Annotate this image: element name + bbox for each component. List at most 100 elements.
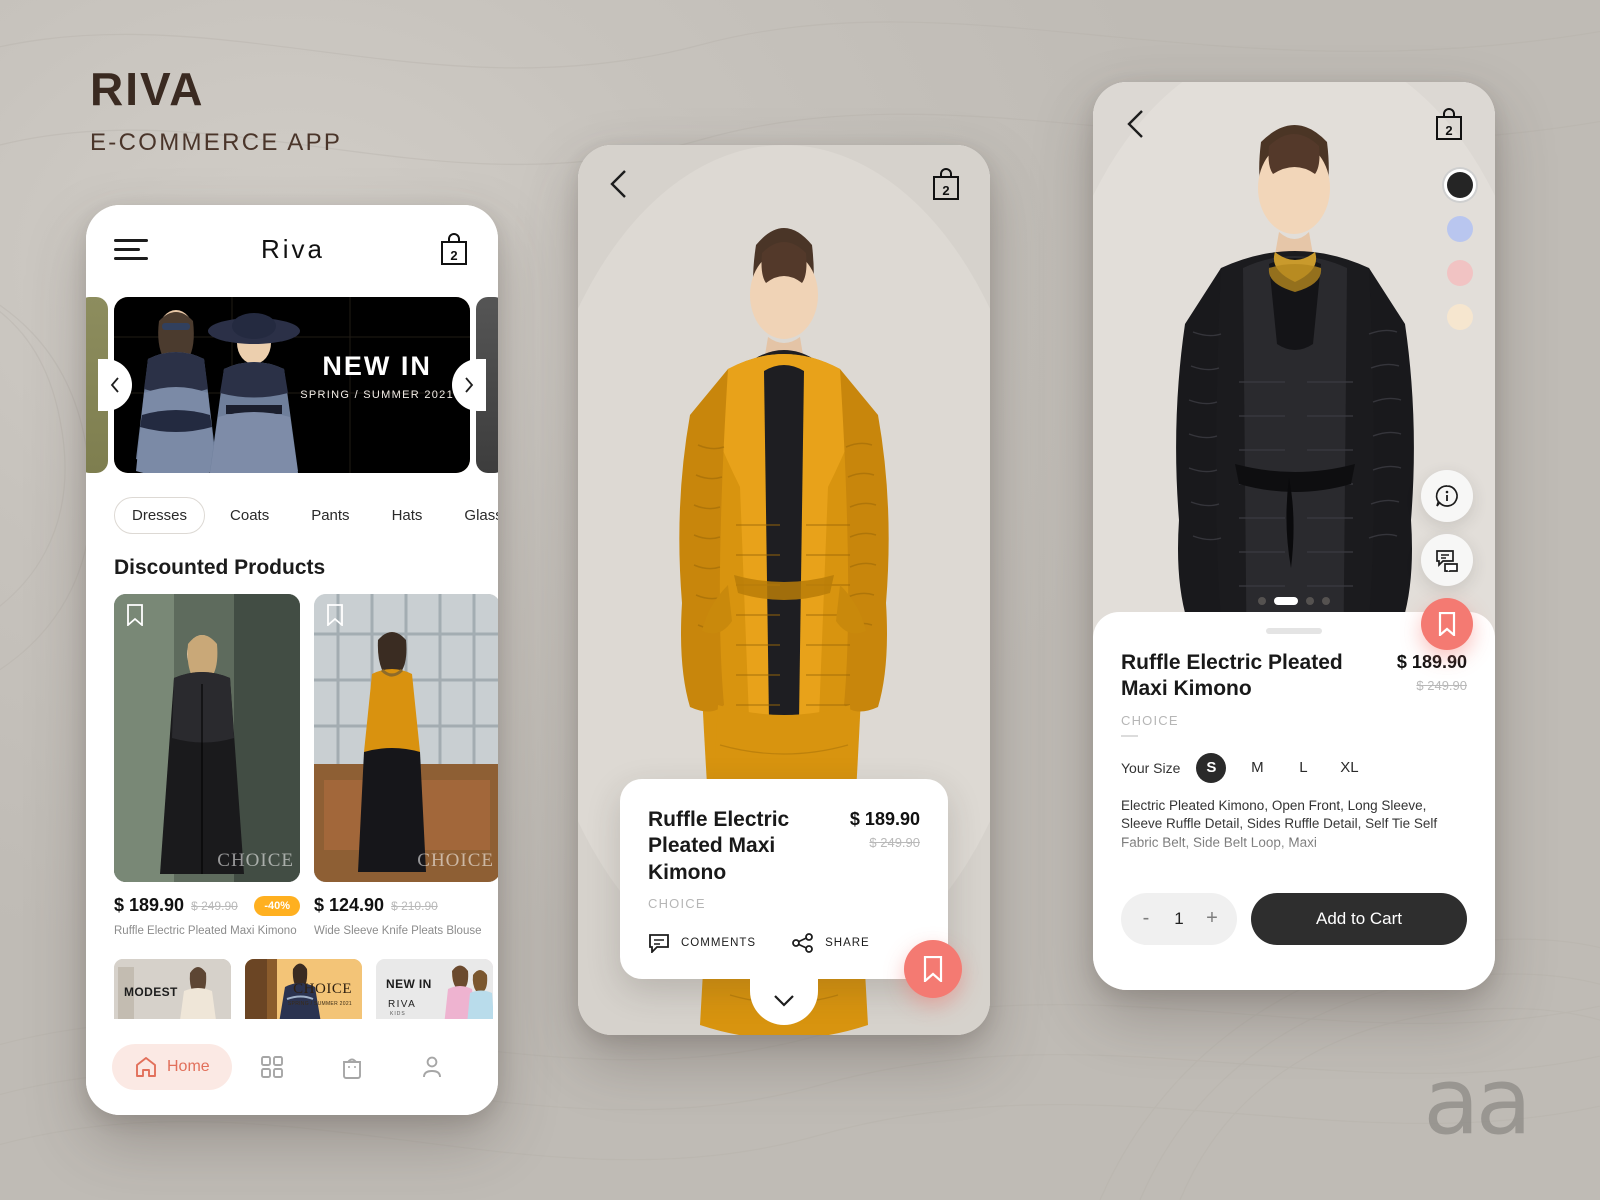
quantity-decrease-button[interactable]: - xyxy=(1139,907,1153,930)
home-header: Riva 2 xyxy=(86,205,498,293)
section-title-discounted: Discounted Products xyxy=(114,556,326,579)
page-title: RIVA xyxy=(90,63,205,115)
cart-button[interactable]: 2 xyxy=(438,232,470,266)
category-tab-glasses[interactable]: Glasses xyxy=(447,498,498,533)
hamburger-menu-icon[interactable] xyxy=(114,238,148,260)
product-old-price: $ 249.90 xyxy=(191,898,238,913)
bottom-navigation: Home xyxy=(86,1019,498,1115)
color-swatch-pink[interactable] xyxy=(1447,260,1473,286)
nav-item-bag[interactable] xyxy=(312,1054,392,1080)
bookmark-fab-button[interactable] xyxy=(904,940,962,998)
product-title: Ruffle Electric Pleated Maxi Kimono xyxy=(648,807,790,884)
category-tab-pants[interactable]: Pants xyxy=(294,498,366,533)
quantity-stepper[interactable]: - 1 + xyxy=(1121,892,1237,945)
size-option-m[interactable]: M xyxy=(1242,753,1272,783)
add-to-cart-button[interactable]: Add to Cart xyxy=(1251,892,1467,945)
product-image[interactable]: CHOICE xyxy=(314,594,498,882)
sheet-drag-handle[interactable] xyxy=(1266,628,1322,634)
product-grid: CHOICE $ 189.90 $ 249.90 -40% Ruffle Ele… xyxy=(86,580,498,937)
detail-topbar: 2 xyxy=(1093,82,1495,166)
pagination-dot[interactable] xyxy=(1306,597,1314,605)
product-description: Electric Pleated Kimono, Open Front, Lon… xyxy=(1121,797,1438,850)
promo-banner-label: NEW IN xyxy=(386,977,432,991)
brand-divider xyxy=(1121,734,1138,737)
quantity-increase-button[interactable]: + xyxy=(1205,907,1219,930)
product-price-block: $ 189.90 $ 249.90 xyxy=(1397,650,1467,693)
product-info-button[interactable] xyxy=(1421,470,1473,522)
bookmark-fab-button[interactable] xyxy=(1421,598,1473,650)
product-detail-sheet: Ruffle Electric Pleated Maxi Kimono $ 18… xyxy=(1093,612,1495,990)
phone-screen-product-photo: 2 Ruffle Electric Pleated Maxi Kimono $ … xyxy=(578,145,990,1035)
size-option-s[interactable]: S xyxy=(1196,752,1227,783)
chevron-left-icon xyxy=(610,170,626,198)
comments-button[interactable]: COMMENTS xyxy=(648,933,756,953)
chevron-left-icon xyxy=(110,377,119,393)
category-tab-coats[interactable]: Coats xyxy=(213,498,286,533)
color-swatch-periwinkle[interactable] xyxy=(1447,216,1473,242)
product-old-price: $ 210.90 xyxy=(391,898,438,913)
product-old-price: $ 249.90 xyxy=(869,834,920,850)
category-tab-dresses[interactable]: Dresses xyxy=(114,497,206,534)
cart-button[interactable]: 2 xyxy=(1433,107,1465,141)
size-option-xl[interactable]: XL xyxy=(1334,753,1364,783)
share-label: SHARE xyxy=(825,937,870,949)
bag-icon xyxy=(342,1058,361,1079)
promo-banner-label: MODEST xyxy=(124,985,178,999)
hero-carousel[interactable]: NEW IN SPRING / SUMMER 2021 xyxy=(86,297,498,473)
phone-screen-product-detail: 2 Ruffle Electric Pleated Maxi Kimono $ … xyxy=(1093,82,1495,990)
page-subtitle: E-COMMERCE APP xyxy=(90,129,343,156)
product-old-price: $ 249.90 xyxy=(1416,678,1467,693)
detail-action-rail xyxy=(1421,470,1473,650)
color-swatch-cream[interactable] xyxy=(1447,304,1473,330)
product-card[interactable]: CHOICE $ 124.90 $ 210.90 Wide Sleeve Kni… xyxy=(314,594,498,937)
bookmark-icon[interactable] xyxy=(126,604,144,627)
chevron-right-icon xyxy=(465,377,474,393)
quantity-value: 1 xyxy=(1174,908,1184,928)
promo-banner-brand: RIVA xyxy=(388,999,417,1010)
size-selector-label: Your Size xyxy=(1121,759,1181,776)
cart-button[interactable]: 2 xyxy=(930,167,962,201)
hero-slide-current[interactable]: NEW IN SPRING / SUMMER 2021 xyxy=(114,297,470,473)
color-swatch-list[interactable] xyxy=(1447,172,1473,330)
cart-count-badge: 2 xyxy=(942,183,950,198)
product-price: $ 189.90 xyxy=(114,895,185,915)
product-actions: COMMENTS SHARE xyxy=(648,933,920,953)
nav-item-categories[interactable] xyxy=(232,1054,312,1080)
phone-screen-home: Riva 2 NEW IN SPRING / SUMMER 2021 Dress… xyxy=(86,205,498,1115)
category-tabs[interactable]: Dresses Coats Pants Hats Glasses xyxy=(86,473,498,534)
comments-button[interactable] xyxy=(1421,534,1473,586)
cart-count-badge: 2 xyxy=(450,248,458,263)
promo-banner-kids-label: KIDS xyxy=(390,1011,406,1017)
size-option-l[interactable]: L xyxy=(1288,753,1318,783)
share-button[interactable]: SHARE xyxy=(792,933,870,953)
size-selector[interactable]: Your Size S M L XL xyxy=(1121,752,1467,783)
product-price-block: $ 189.90 $ 249.90 xyxy=(850,807,920,850)
promo-banner-sub: SPRING / SUMMER 2021 xyxy=(287,1001,352,1007)
bookmark-icon xyxy=(1438,612,1456,636)
nav-item-profile[interactable] xyxy=(392,1054,472,1080)
back-button[interactable] xyxy=(606,168,632,200)
product-brand: CHOICE xyxy=(1121,712,1179,728)
pagination-dot[interactable] xyxy=(1258,597,1266,605)
category-tab-hats[interactable]: Hats xyxy=(375,498,440,533)
product-title: Ruffle Electric Pleated Maxi Kimono xyxy=(1121,651,1343,701)
product-image[interactable]: CHOICE xyxy=(114,594,300,882)
pagination-dot-active[interactable] xyxy=(1274,597,1298,605)
bookmark-icon[interactable] xyxy=(326,604,344,627)
nav-item-home[interactable]: Home xyxy=(112,1044,232,1090)
user-icon xyxy=(423,1056,441,1078)
photo-topbar: 2 xyxy=(578,145,990,223)
designer-watermark: aa xyxy=(1423,1048,1532,1155)
color-swatch-black[interactable] xyxy=(1447,172,1473,198)
product-price: $ 124.90 xyxy=(314,895,385,915)
pagination-dot[interactable] xyxy=(1322,597,1330,605)
product-discount-badge: -40% xyxy=(254,895,300,916)
comments-label: COMMENTS xyxy=(681,937,757,949)
product-card[interactable]: CHOICE $ 189.90 $ 249.90 -40% Ruffle Ele… xyxy=(114,594,300,937)
chevron-left-icon xyxy=(1127,110,1143,138)
comment-icon xyxy=(649,934,669,953)
back-button[interactable] xyxy=(1123,108,1149,140)
app-logo: Riva xyxy=(260,233,325,264)
product-artwork xyxy=(114,594,300,882)
nav-item-home-label: Home xyxy=(167,1058,210,1075)
